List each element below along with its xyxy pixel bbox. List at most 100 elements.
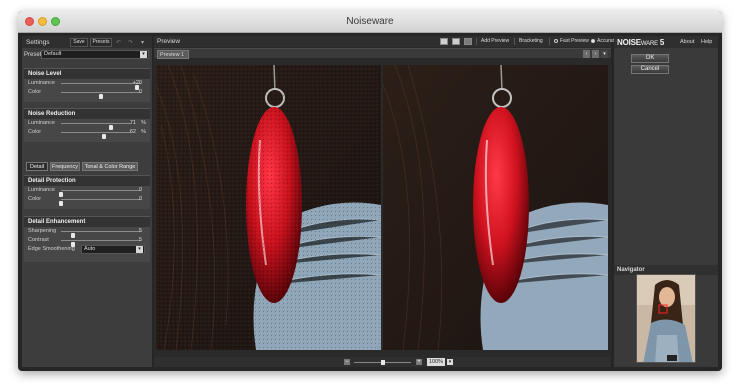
chevron-down-icon: ▾: [140, 51, 147, 58]
undo-icon[interactable]: ↶: [116, 39, 121, 46]
logo-version: 5: [659, 38, 665, 47]
slider-label: Luminance: [28, 187, 55, 193]
edge-smoothening-select[interactable]: Auto ▾: [81, 245, 145, 254]
tab-frequency[interactable]: Frequency: [50, 162, 80, 171]
redo-icon[interactable]: ↷: [128, 39, 133, 46]
tab-prev-icon[interactable]: ‹: [583, 50, 590, 58]
detail-protection-section: Detail Protection Luminance 0 Color 0: [24, 175, 150, 209]
slider-track[interactable]: [61, 240, 141, 247]
detail-protection-luminance-slider[interactable]: Luminance 0: [24, 186, 150, 197]
slider-value: 5: [138, 228, 142, 234]
detail-protection-title: Detail Protection: [24, 176, 150, 186]
accurate-radio[interactable]: Accurate: [591, 38, 617, 45]
noise-level-section: Noise Level Luminance +20 Color 0: [24, 68, 150, 102]
zoom-slider[interactable]: [354, 360, 411, 365]
radio-icon: [554, 38, 558, 43]
app-window: Noiseware Settings Save Presets ↶ ↷ ▾ Pr…: [18, 11, 722, 371]
bracketing-button[interactable]: Bracketing: [514, 38, 543, 45]
preset-value: Default: [44, 51, 62, 57]
fast-preview-label: Fast Preview: [560, 38, 589, 44]
slider-handle[interactable]: [99, 94, 103, 99]
preview-panel: Preview Add Preview Bracketing Fast Prev…: [154, 36, 617, 367]
navigator-thumbnail[interactable]: [636, 274, 696, 363]
save-button[interactable]: Save: [70, 38, 88, 47]
tab-preview-1[interactable]: Preview 1: [157, 50, 189, 59]
slider-value: +20: [132, 80, 142, 86]
title-bar: Noiseware: [18, 11, 722, 33]
slider-track[interactable]: [61, 123, 131, 130]
noise-level-luminance-slider[interactable]: Luminance +20: [24, 79, 150, 90]
slider-value: 0: [138, 187, 142, 193]
tab-tonal-color-range[interactable]: Tonal & Color Range: [82, 162, 138, 171]
slider-handle[interactable]: [102, 134, 107, 139]
preview-original-image[interactable]: [156, 65, 381, 350]
radio-selected-icon: [591, 38, 595, 43]
help-link[interactable]: Help: [701, 39, 712, 45]
about-link[interactable]: About: [680, 39, 694, 45]
settings-title: Settings: [26, 39, 50, 46]
detail-enhancement-title: Detail Enhancement: [24, 217, 150, 227]
slider-label: Color: [28, 196, 42, 202]
noise-reduction-color-slider[interactable]: Color 62 %: [24, 128, 150, 139]
slider-value: 0: [138, 89, 142, 95]
preview-title: Preview: [157, 38, 181, 45]
slider-value: 62: [129, 129, 136, 135]
slider-unit: %: [141, 129, 146, 135]
noise-reduction-luminance-slider[interactable]: Luminance 71 %: [24, 119, 150, 130]
right-panel: NOISEWARE 5 About Help OK Cancel Navigat…: [614, 36, 718, 367]
zoom-value[interactable]: 100%: [427, 358, 445, 366]
logo-main: NOISE: [617, 38, 641, 47]
preview-tab-bar: Preview 1 ‹ › ▾: [154, 48, 611, 59]
window-title: Noiseware: [346, 16, 394, 27]
contrast-slider[interactable]: Contrast 5: [24, 236, 150, 247]
slider-track[interactable]: [61, 92, 141, 99]
logo-small: WARE: [640, 41, 658, 47]
detail-protection-color-slider[interactable]: Color 0: [24, 195, 150, 206]
noise-level-color-slider[interactable]: Color 0: [24, 88, 150, 99]
slider-track[interactable]: [61, 231, 141, 238]
preview-processed-image[interactable]: [383, 65, 608, 350]
menu-arrow-icon[interactable]: ▾: [141, 39, 144, 46]
single-view-icon[interactable]: [440, 38, 448, 45]
preset-row: Preset Default ▾: [22, 50, 152, 60]
zoom-menu-icon[interactable]: ▾: [447, 359, 453, 365]
zoom-out-icon[interactable]: −: [344, 359, 350, 365]
slider-label: Contrast: [28, 237, 49, 243]
detail-tabs: Detail Frequency Tonal & Color Range: [26, 162, 146, 171]
chevron-down-icon: ▾: [136, 246, 143, 253]
split-horizontal-icon[interactable]: [452, 38, 460, 45]
right-header: NOISEWARE 5 About Help: [614, 36, 718, 48]
slider-value: 0: [138, 196, 142, 202]
edge-smoothening-label: Edge Smoothening: [28, 246, 75, 252]
preview-header: Preview Add Preview Bracketing Fast Prev…: [154, 36, 617, 47]
zoom-slider-handle[interactable]: [380, 360, 385, 365]
slider-track[interactable]: [61, 132, 131, 139]
noise-reduction-title: Noise Reduction: [24, 109, 150, 119]
detail-enhancement-section: Detail Enhancement Sharpening 5 Contrast…: [24, 216, 150, 262]
add-preview-button[interactable]: Add Preview: [476, 38, 509, 45]
slider-handle[interactable]: [59, 201, 63, 206]
sharpening-slider[interactable]: Sharpening 5: [24, 227, 150, 238]
slider-track[interactable]: [61, 83, 141, 90]
preset-label: Preset: [24, 52, 42, 58]
tab-menu-icon[interactable]: ▾: [601, 50, 608, 58]
zoom-bar: − + 100% ▾: [154, 357, 611, 367]
zoom-in-icon[interactable]: +: [416, 359, 422, 365]
edge-smoothening-value: Auto: [84, 246, 96, 252]
slider-track[interactable]: [59, 190, 141, 197]
edge-smoothening-row: Edge Smoothening Auto ▾: [24, 245, 150, 254]
slider-label: Luminance: [28, 120, 55, 126]
presets-button[interactable]: Presets: [90, 38, 112, 47]
tab-detail[interactable]: Detail: [26, 162, 48, 171]
slider-label: Color: [28, 89, 42, 95]
cancel-button[interactable]: Cancel: [631, 65, 669, 74]
ok-button[interactable]: OK: [631, 54, 669, 63]
slider-value: 5: [138, 237, 142, 243]
noise-reduction-section: Noise Reduction Luminance 71 % Color 62 …: [24, 108, 150, 142]
fast-preview-radio[interactable]: Fast Preview: [549, 38, 589, 45]
preset-select[interactable]: Default ▾: [41, 50, 149, 59]
split-vertical-icon[interactable]: [464, 38, 472, 45]
slider-track[interactable]: [59, 199, 141, 206]
tab-next-icon[interactable]: ›: [592, 50, 599, 58]
slider-label: Color: [28, 129, 42, 135]
